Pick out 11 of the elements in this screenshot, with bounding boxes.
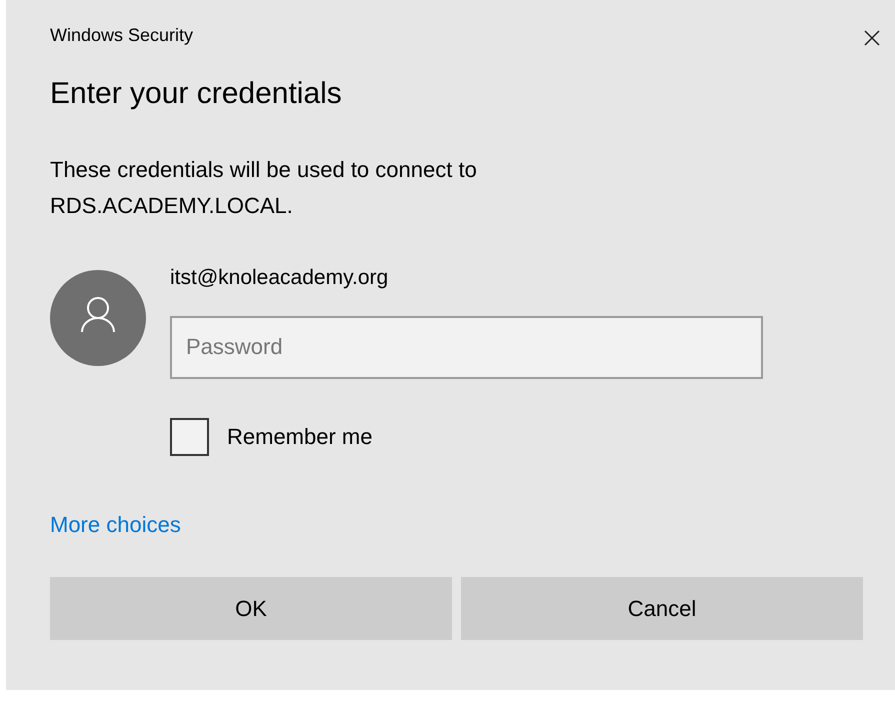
- message-text: These credentials will be used to connect to RDS.ACADEMY.LOCAL.: [50, 156, 478, 220]
- cancel-button[interactable]: Cancel: [461, 576, 863, 640]
- more-choices-link[interactable]: More choices: [50, 508, 181, 540]
- password-field[interactable]: Password: [170, 316, 763, 378]
- ok-button[interactable]: OK: [50, 576, 452, 640]
- username-text: itst@knoleacademy.org: [170, 265, 390, 291]
- remember-checkbox[interactable]: [170, 418, 209, 456]
- dialog-heading: Enter your credentials: [50, 76, 343, 112]
- close-icon: [864, 30, 880, 46]
- checkbox-label: Remember me: [227, 423, 372, 451]
- window-title: Windows Security: [50, 24, 194, 47]
